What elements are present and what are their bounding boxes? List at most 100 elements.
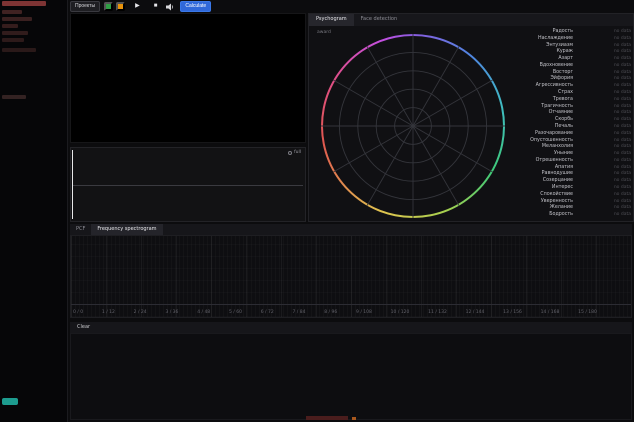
emotion-name: Уверенность	[509, 200, 573, 205]
emotion-row: Равнодушиеno data	[509, 172, 631, 177]
emotion-name: Наслаждение	[509, 37, 573, 42]
emotion-row: Меланхолияno data	[509, 145, 631, 150]
emotion-row: Страхno data	[509, 91, 631, 96]
emotion-value: no data	[573, 91, 631, 96]
tab-frequency-spectrogram[interactable]: Frequency spectrogram	[91, 224, 162, 235]
main-area: Проекты ▶ ■ Calculate full	[68, 0, 634, 422]
clear-button[interactable]: Clear	[70, 323, 97, 332]
emotion-value: no data	[573, 84, 631, 89]
waveform-midline	[73, 185, 303, 186]
background-window-artifact	[306, 416, 348, 420]
emotion-row: Наслаждениеno data	[509, 37, 631, 42]
sidebar-item[interactable]	[2, 24, 18, 28]
spectro-tabbar: PCF Frequency spectrogram	[70, 224, 632, 235]
spectrogram-panel: 0 / 01 / 122 / 243 / 364 / 485 / 606 / 7…	[70, 235, 632, 318]
tab-pcf[interactable]: PCF	[70, 224, 91, 235]
emotion-row: Отчаяниеno data	[509, 111, 631, 116]
emotion-name: Тревога	[509, 98, 573, 103]
emotion-row: Куражno data	[509, 50, 631, 55]
play-button[interactable]: ▶	[131, 0, 144, 13]
emotion-name: Меланхолия	[509, 145, 573, 150]
sidebar-item[interactable]	[2, 10, 22, 14]
axis-label: 7 / 84	[293, 311, 306, 316]
emotion-row: Апатияno data	[509, 166, 631, 171]
emotion-value: no data	[573, 71, 631, 76]
axis-label: 9 / 108	[356, 311, 372, 316]
emotion-value: no data	[573, 57, 631, 62]
sidebar-item[interactable]	[2, 95, 26, 99]
green-action-button[interactable]	[104, 2, 113, 11]
axis-label: 15 / 180	[578, 311, 597, 316]
tab-psychogram[interactable]: Psychogram	[309, 14, 354, 26]
bottom-empty-panel	[70, 333, 632, 420]
emotion-row: Уверенностьno data	[509, 200, 631, 205]
stop-button[interactable]: ■	[150, 0, 162, 13]
emotion-row: Бодростьno data	[509, 213, 631, 218]
projects-button[interactable]: Проекты	[70, 1, 100, 12]
emotion-value: no data	[573, 186, 631, 191]
axis-label: 14 / 168	[541, 311, 560, 316]
emotion-value: no data	[573, 44, 631, 49]
axis-label: 10 / 120	[391, 311, 410, 316]
sidebar-item[interactable]	[2, 38, 24, 42]
emotion-name: Отчаяние	[509, 111, 573, 116]
emotion-value: no data	[573, 152, 631, 157]
orange-action-button[interactable]	[116, 2, 125, 11]
sidebar-item[interactable]	[2, 31, 28, 35]
axis-label: 2 / 24	[134, 311, 147, 316]
calculate-button[interactable]: Calculate	[180, 1, 211, 12]
axis-label: 4 / 48	[197, 311, 210, 316]
sidebar-item[interactable]	[2, 1, 46, 6]
sidebar-item[interactable]	[2, 48, 36, 52]
emotion-value: no data	[573, 77, 631, 82]
emotion-value: no data	[573, 111, 631, 116]
axis-label: 1 / 12	[102, 311, 115, 316]
emotion-row: Эйфорияno data	[509, 77, 631, 82]
tab-face-detection[interactable]: Face detection	[354, 14, 405, 26]
waveform-panel[interactable]: full	[70, 147, 306, 222]
emotion-row: Спокойствиеno data	[509, 193, 631, 198]
emotion-name: Трагичность	[509, 105, 573, 110]
emotion-row: Тревогаno data	[509, 98, 631, 103]
axis-label: 6 / 72	[261, 311, 274, 316]
spectrogram-baseline	[71, 304, 631, 305]
full-label: full	[294, 150, 301, 155]
emotion-name: Равнодушие	[509, 172, 573, 177]
emotion-value: no data	[573, 98, 631, 103]
axis-label: 0 / 0	[73, 311, 83, 316]
emotion-name: Агрессивность	[509, 84, 573, 89]
emotion-row: Уныниеno data	[509, 152, 631, 157]
emotion-value: no data	[573, 172, 631, 177]
emotion-row: Печальno data	[509, 125, 631, 130]
background-window-artifact	[352, 417, 356, 420]
emotion-row: Интересno data	[509, 186, 631, 191]
emotion-name: Спокойствие	[509, 193, 573, 198]
emotion-value: no data	[573, 30, 631, 35]
radio-icon	[288, 151, 292, 155]
speaker-icon[interactable]	[166, 3, 174, 11]
emotion-row: Радостьno data	[509, 30, 631, 35]
status-badge	[2, 398, 18, 405]
emotion-name: Отрешенность	[509, 159, 573, 164]
emotion-value: no data	[573, 105, 631, 110]
emotion-row: Отрешенностьno data	[509, 159, 631, 164]
emotion-value: no data	[573, 139, 631, 144]
axis-label: 13 / 156	[503, 311, 522, 316]
sidebar-item[interactable]	[2, 17, 32, 21]
emotion-name: Скорбь	[509, 118, 573, 123]
emotion-row: Созерцаниеno data	[509, 179, 631, 184]
full-toggle[interactable]: full	[288, 150, 301, 155]
axis-label: 12 / 144	[466, 311, 485, 316]
axis-label: 3 / 36	[165, 311, 178, 316]
emotion-row: Вдохновениеno data	[509, 64, 631, 69]
emotion-value: no data	[573, 159, 631, 164]
emotion-name: Радость	[509, 30, 573, 35]
left-sidebar	[0, 0, 68, 422]
app-window: Проекты ▶ ■ Calculate full	[0, 0, 634, 422]
emotion-value: no data	[573, 206, 631, 211]
emotion-name: Интерес	[509, 186, 573, 191]
emotion-name: Желание	[509, 206, 573, 211]
emotion-row: Желаниеno data	[509, 206, 631, 211]
emotion-value: no data	[573, 118, 631, 123]
emotion-name: Эйфория	[509, 77, 573, 82]
